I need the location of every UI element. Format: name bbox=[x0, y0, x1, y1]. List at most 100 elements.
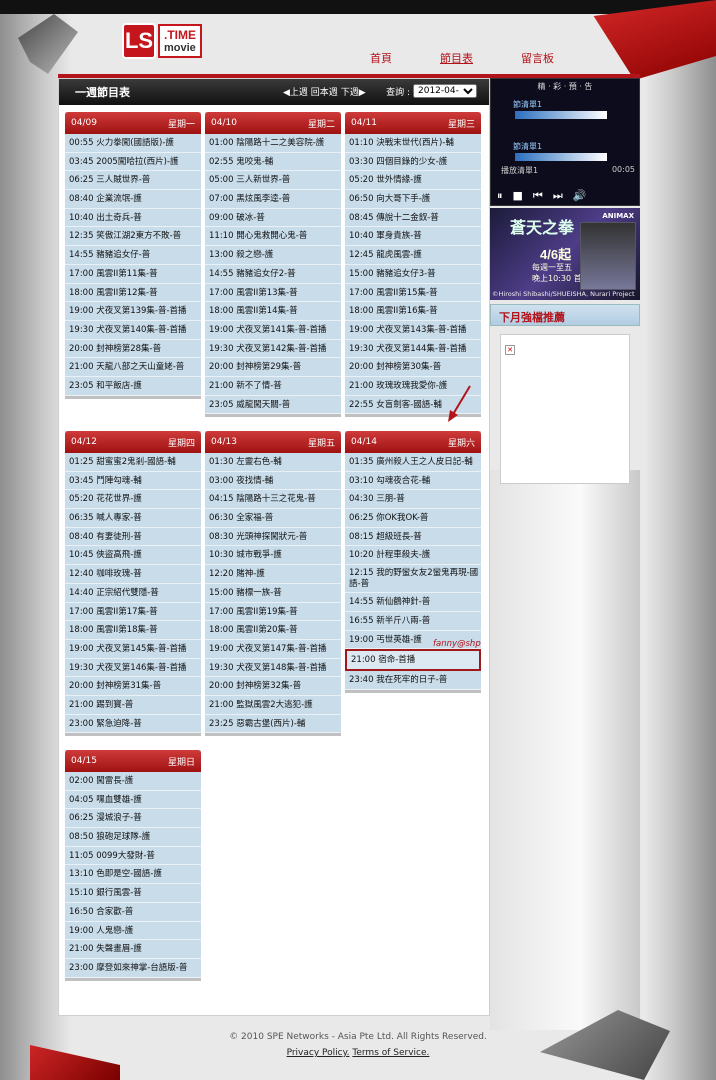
program-row[interactable]: 15:00 豬豬追女仔3-普 bbox=[345, 265, 481, 284]
volume-icon[interactable]: 🔊 bbox=[573, 189, 587, 203]
program-row[interactable]: 17:00 風雲II第13集-普 bbox=[205, 284, 341, 303]
program-row[interactable]: 06:30 全家福-普 bbox=[205, 509, 341, 528]
program-row[interactable]: 19:30 犬夜叉第144集-普-首播 bbox=[345, 340, 481, 359]
program-row[interactable]: 03:10 勾魂夜合花-輔 bbox=[345, 472, 481, 491]
privacy-link[interactable]: Privacy Policy. bbox=[287, 1048, 350, 1058]
program-row[interactable]: 18:00 風雲II第18集-普 bbox=[65, 621, 201, 640]
pause-icon[interactable]: ⏸ bbox=[497, 189, 503, 203]
program-row[interactable]: 08:15 超級班長-普 bbox=[345, 528, 481, 547]
program-row[interactable]: 23:00 摩登如來神掌-台語版-普 bbox=[65, 959, 201, 978]
program-row[interactable]: 05:20 花花世界-護 bbox=[65, 490, 201, 510]
program-row[interactable]: 03:45 2005闖哈拉(西片)-護 bbox=[65, 153, 201, 172]
program-row[interactable]: 23:05 威龍闖天關-普 bbox=[205, 396, 341, 415]
program-row[interactable]: 21:00 失聲畫眉-護 bbox=[65, 940, 201, 959]
program-row[interactable]: 08:50 狼砲足球隊-護 bbox=[65, 828, 201, 847]
program-row[interactable]: 11:10 開心鬼救開心鬼-普 bbox=[205, 227, 341, 247]
program-row[interactable]: 03:00 夜找情-輔 bbox=[205, 472, 341, 491]
program-row[interactable]: 06:25 你OK我OK-普 bbox=[345, 509, 481, 528]
program-row[interactable]: 17:00 風雲II第15集-普 bbox=[345, 284, 481, 303]
date-select[interactable]: 2012-04-1 bbox=[413, 84, 477, 98]
program-row[interactable]: 06:50 向大哥下手-護 bbox=[345, 190, 481, 209]
program-row[interactable]: 08:40 企業流氓-護 bbox=[65, 190, 201, 209]
program-row[interactable]: 19:00 人鬼戀-護 bbox=[65, 922, 201, 941]
promo-banner[interactable]: 蒼天之拳 ANIMAX 4/6起 每週一至五 晚上10:30 首播 ©Hiros… bbox=[490, 208, 640, 300]
program-row[interactable]: 18:00 風雲II第14集-普 bbox=[205, 302, 341, 321]
program-row[interactable]: 10:40 出土奇兵-普 bbox=[65, 209, 201, 228]
program-row[interactable]: 20:00 封神榜第31集-普 bbox=[65, 677, 201, 696]
program-row[interactable]: 19:00 犬夜叉第147集-普-首播 bbox=[205, 640, 341, 659]
nav-home[interactable]: 首頁 bbox=[370, 50, 392, 66]
program-row[interactable]: 01:10 決戰末世代(西片)-輔 bbox=[345, 134, 481, 153]
program-row[interactable]: 12:35 笑傲江湖2東方不敗-普 bbox=[65, 227, 201, 247]
program-row[interactable]: 08:45 傳說十二金釵-普 bbox=[345, 209, 481, 228]
program-row[interactable]: 18:00 風雲II第16集-普 bbox=[345, 302, 481, 321]
current-week-link[interactable]: 回本週 bbox=[311, 88, 338, 98]
program-row[interactable]: 14:40 正宗紹代雙隱-普 bbox=[65, 584, 201, 603]
program-row[interactable]: 06:35 喊人專家-普 bbox=[65, 509, 201, 528]
program-row[interactable]: 02:00 闖雷長-護 bbox=[65, 772, 201, 791]
program-row[interactable]: 01:00 陰陽路十二之美容院-護 bbox=[205, 134, 341, 153]
track-label-1[interactable]: 節清單1 bbox=[513, 99, 542, 110]
program-row[interactable]: 04:05 嘿血雙雄-護 bbox=[65, 791, 201, 810]
next-icon[interactable]: ⏭ bbox=[553, 189, 563, 203]
program-row[interactable]: 07:00 黑炫風李逵-普 bbox=[205, 190, 341, 209]
program-row[interactable]: 15:10 銀行風雲-普 bbox=[65, 884, 201, 903]
program-row[interactable]: 12:20 賭神-護 bbox=[205, 565, 341, 584]
program-row[interactable]: 18:00 風雲II第20集-普 bbox=[205, 621, 341, 640]
program-row[interactable]: 19:00 犬夜叉第139集-普-首播 bbox=[65, 302, 201, 321]
prev-icon[interactable]: ⏮ bbox=[533, 189, 543, 203]
prev-week-link[interactable]: ◀上週 bbox=[283, 88, 308, 98]
program-row[interactable]: 20:00 封神榜第28集-普 bbox=[65, 340, 201, 359]
program-row[interactable]: 11:05 0099大發財-普 bbox=[65, 847, 201, 866]
program-row[interactable]: 10:45 俠盜高飛-護 bbox=[65, 546, 201, 566]
program-row[interactable]: 19:00 犬夜叉第141集-普-首播 bbox=[205, 321, 341, 340]
program-row[interactable]: 21:00 新不了情-普 bbox=[205, 377, 341, 396]
track-label-2[interactable]: 節清單1 bbox=[513, 141, 542, 152]
program-row[interactable]: 10:20 計程車殺夫-護 bbox=[345, 546, 481, 566]
program-row[interactable]: 12:15 我的野蠻女友2蠻鬼再現-國語-普 bbox=[345, 565, 481, 594]
program-row[interactable]: 03:45 鬥陣勾魂-輔 bbox=[65, 472, 201, 491]
program-row[interactable]: 19:30 犬夜叉第142集-普-首播 bbox=[205, 340, 341, 359]
program-row[interactable]: 21:00 宿命-首播 bbox=[345, 649, 481, 672]
program-row[interactable]: 20:00 封神榜第30集-普 bbox=[345, 358, 481, 377]
program-row[interactable]: 14:55 豬豬追女仔2-普 bbox=[205, 265, 341, 284]
site-logo[interactable]: LS .TIME movie bbox=[122, 22, 212, 60]
program-row[interactable]: 08:30 光頭神探闖狀元-普 bbox=[205, 528, 341, 547]
program-row[interactable]: 20:00 封神榜第32集-普 bbox=[205, 677, 341, 696]
program-row[interactable]: 09:00 破冰-普 bbox=[205, 209, 341, 228]
nav-schedule[interactable]: 節目表 bbox=[440, 50, 473, 66]
program-row[interactable]: 03:30 四個目錄的少女-護 bbox=[345, 153, 481, 172]
program-row[interactable]: 23:00 緊急迫降-普 bbox=[65, 715, 201, 734]
program-row[interactable]: 23:40 我在死牢的日子-普 bbox=[345, 671, 481, 690]
program-row[interactable]: 08:40 有妻徒刑-普 bbox=[65, 528, 201, 547]
program-row[interactable]: 04:15 陰陽路十三之花鬼-普 bbox=[205, 490, 341, 510]
program-row[interactable]: 10:40 軍身貴族-普 bbox=[345, 227, 481, 247]
program-row[interactable]: 13:10 色即是空-國語-護 bbox=[65, 865, 201, 885]
program-row[interactable]: 19:30 犬夜叉第140集-普-首播 bbox=[65, 321, 201, 340]
program-row[interactable]: 00:55 火力拳闖(國語版)-護 bbox=[65, 134, 201, 153]
program-row[interactable]: 13:00 殺之戀-護 bbox=[205, 246, 341, 265]
program-row[interactable]: 12:45 龍虎風雲-護 bbox=[345, 246, 481, 265]
program-row[interactable]: 10:30 城市戰爭-護 bbox=[205, 546, 341, 566]
program-row[interactable]: 04:30 三朋-普 bbox=[345, 490, 481, 510]
program-row[interactable]: 01:25 甜蜜蜜2鬼剎-國語-輔 bbox=[65, 453, 201, 472]
program-row[interactable]: 01:30 左靈右色-輔 bbox=[205, 453, 341, 472]
program-row[interactable]: 15:00 豬標一族-普 bbox=[205, 584, 341, 603]
program-row[interactable]: 05:20 世外情緣-護 bbox=[345, 171, 481, 191]
program-row[interactable]: 17:00 風雲II第17集-普 bbox=[65, 603, 201, 622]
program-row[interactable]: 19:00 犬夜叉第143集-普-首播 bbox=[345, 321, 481, 340]
program-row[interactable]: 21:00 踢到寶-普 bbox=[65, 696, 201, 715]
program-row[interactable]: 06:25 三人賊世界-普 bbox=[65, 171, 201, 191]
program-row[interactable]: 14:55 新仙鶴神針-普 bbox=[345, 593, 481, 612]
program-row[interactable]: 12:40 咖啡玫瑰-普 bbox=[65, 565, 201, 584]
program-row[interactable]: 01:35 廣州殺人王之人皮日記-輔 bbox=[345, 453, 481, 472]
program-row[interactable]: 19:30 犬夜叉第146集-普-首播 bbox=[65, 659, 201, 678]
program-row[interactable]: 06:25 漫城浪子-普 bbox=[65, 809, 201, 829]
program-row[interactable]: 17:00 風雲II第11集-普 bbox=[65, 265, 201, 284]
program-row[interactable]: 21:00 監獄風雲2大逃犯-護 bbox=[205, 696, 341, 715]
program-row[interactable]: 14:55 豬豬追女仔-普 bbox=[65, 246, 201, 265]
program-row[interactable]: 19:30 犬夜叉第148集-普-首播 bbox=[205, 659, 341, 678]
program-row[interactable]: 16:50 合家歡-普 bbox=[65, 903, 201, 922]
program-row[interactable]: 17:00 風雲II第19集-普 bbox=[205, 603, 341, 622]
program-row[interactable]: 20:00 封神榜第29集-普 bbox=[205, 358, 341, 377]
